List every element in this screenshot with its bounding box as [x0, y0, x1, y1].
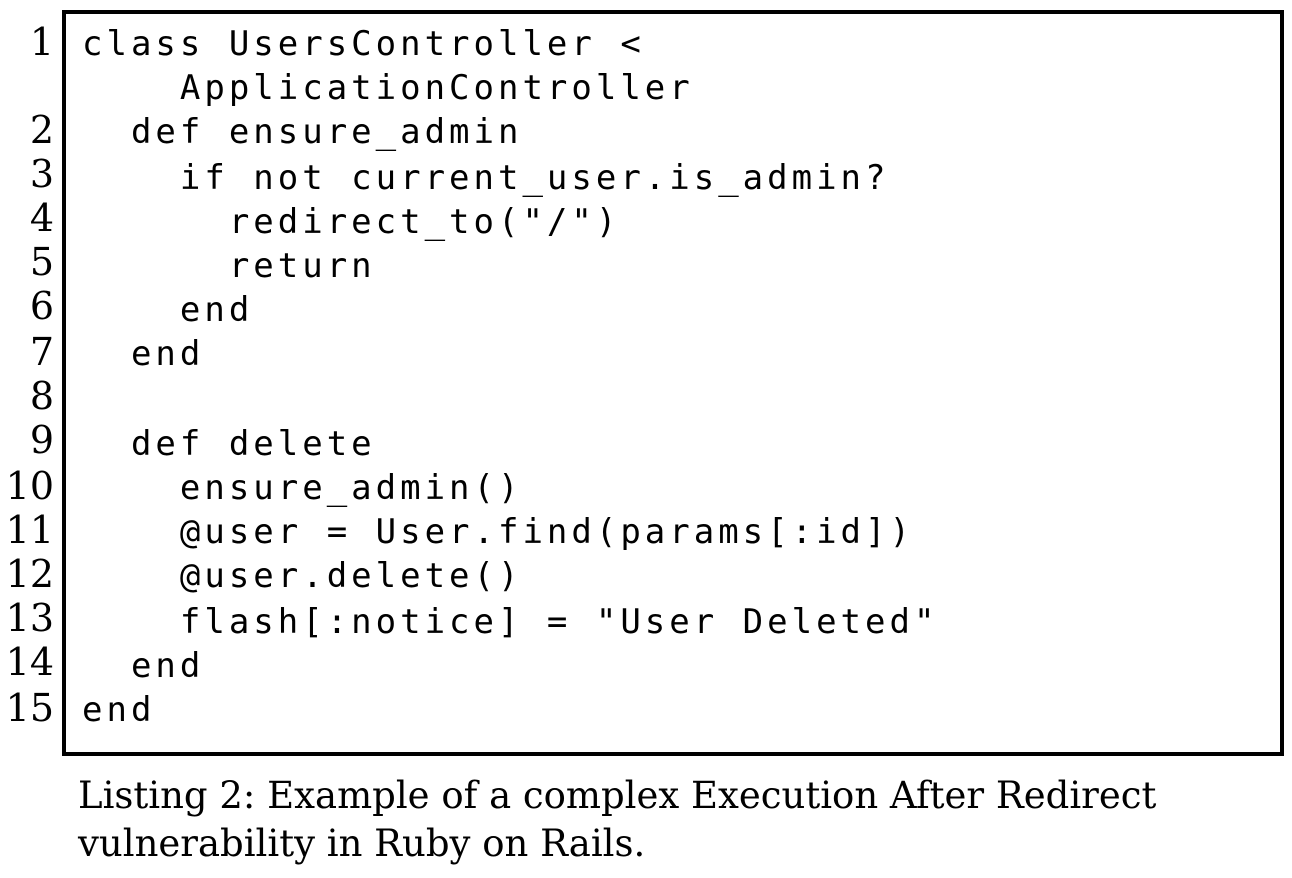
code-line: ensure_admin() — [82, 468, 523, 508]
code-line: def delete — [82, 424, 376, 464]
line-number: 2 — [29, 108, 54, 152]
line-number: 4 — [29, 196, 54, 240]
line-number: 6 — [29, 284, 54, 328]
code-line: end — [82, 290, 254, 330]
line-number: 8 — [29, 374, 54, 418]
line-number: 13 — [5, 596, 54, 640]
code-line: flash[:notice] = "User Deleted" — [82, 602, 939, 642]
code-line: @user.delete() — [82, 556, 523, 596]
code-line: class UsersController < — [82, 24, 645, 64]
line-number: 10 — [5, 464, 54, 508]
line-number: 3 — [29, 152, 54, 196]
code-body: class UsersController < ApplicationContr… — [82, 20, 934, 740]
listing-caption: Listing 2: Example of a complex Executio… — [78, 774, 1157, 865]
code-line: end — [82, 690, 156, 730]
line-number: 5 — [29, 240, 54, 284]
line-number: 7 — [29, 330, 54, 374]
code-line: end — [82, 646, 205, 686]
line-number: 11 — [5, 508, 54, 552]
line-number: 1 — [29, 20, 54, 64]
code-line: ApplicationController — [82, 68, 694, 108]
code-line: end — [82, 334, 205, 374]
code-line: return — [82, 246, 376, 286]
line-number: 14 — [5, 640, 54, 684]
line-number: 15 — [5, 686, 54, 730]
line-number: 9 — [29, 418, 54, 462]
code-line: if not current_user.is_admin? — [82, 158, 890, 198]
line-number: 12 — [5, 552, 54, 596]
code-line: redirect_to("/") — [82, 202, 621, 242]
code-line: def ensure_admin — [82, 112, 523, 152]
code-listing: 1 2 3 4 5 6 7 8 9 10 11 12 13 14 15 clas… — [0, 0, 1292, 878]
code-line: @user = User.find(params[:id]) — [82, 512, 914, 552]
